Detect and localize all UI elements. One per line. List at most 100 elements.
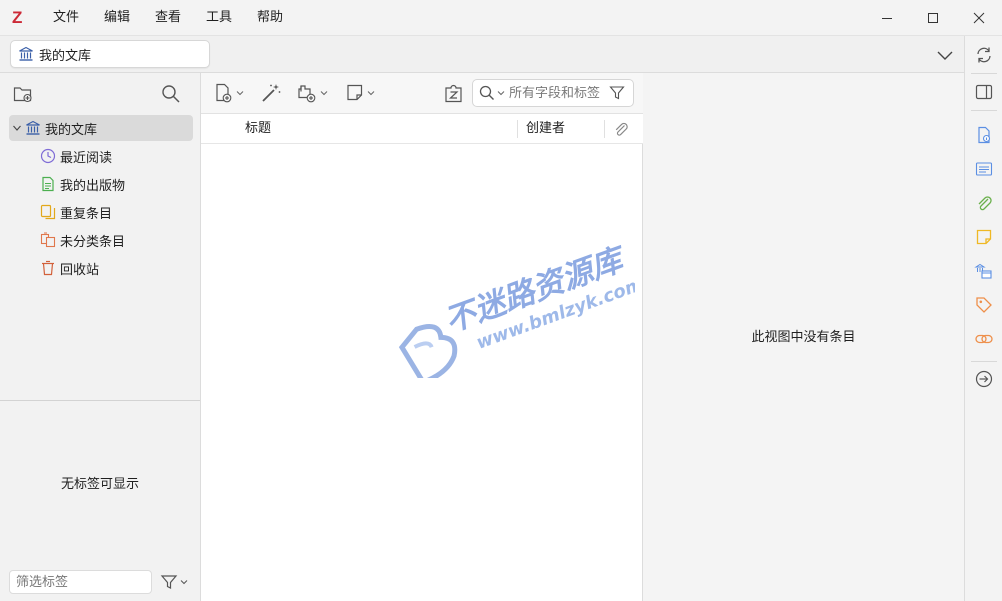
menu-tools[interactable]: 工具 — [206, 10, 232, 26]
menu-file[interactable]: 文件 — [53, 10, 79, 26]
add-attachment-icon — [298, 85, 316, 103]
collection-tree-item-label: 重复条目 — [60, 206, 113, 222]
sidenav-info-button[interactable] — [973, 124, 995, 146]
collections-toolbar — [0, 73, 200, 113]
items-table-header: 标题 创建者 — [201, 114, 643, 144]
note-icon — [347, 84, 363, 101]
zotero-logo: Z — [12, 8, 23, 27]
menu-edit[interactable]: 编辑 — [104, 10, 130, 26]
tab-library-label: 我的文库 — [39, 48, 92, 64]
collection-tree-library[interactable]: 我的文库 — [9, 115, 193, 141]
column-header-attachments[interactable] — [612, 120, 630, 138]
collections-pane: 我的文库 最近阅读 我的出版物 重复条目 未分类条目 回收站 无标签可显示 — [0, 73, 201, 601]
sidenav-libraries-collections-button[interactable] — [973, 260, 995, 282]
collection-tree-item-publications[interactable]: 我的出版物 — [9, 171, 193, 197]
column-resizer[interactable] — [517, 120, 518, 138]
sidenav-locate-button[interactable] — [973, 368, 995, 390]
item-pane-sidenav — [964, 36, 1002, 601]
unfiled-items-icon — [40, 232, 56, 248]
items-pane: 标题 创建者 — [201, 73, 643, 601]
sidenav-notes-button[interactable] — [973, 226, 995, 248]
zotero-connector-button[interactable] — [443, 81, 465, 105]
search-icon — [162, 85, 180, 103]
minimize-icon — [882, 18, 892, 19]
note-icon — [976, 229, 992, 245]
related-link-icon — [975, 334, 993, 344]
title-bar: Z 文件 编辑 查看 工具 帮助 — [0, 0, 1002, 36]
chevron-down-icon — [180, 580, 188, 585]
collection-tree-item-label: 未分类条目 — [60, 234, 126, 250]
collection-tree-item-label: 回收站 — [60, 262, 100, 278]
toggle-item-pane-button[interactable] — [973, 81, 995, 103]
tab-library[interactable]: 我的文库 — [10, 40, 210, 68]
chevron-down-icon[interactable] — [12, 123, 22, 133]
maximize-button[interactable] — [910, 0, 956, 36]
new-collection-folder-icon — [13, 87, 32, 103]
no-tags-message: 无标签可显示 — [60, 477, 139, 492]
new-item-document-icon — [216, 83, 232, 103]
menu-help[interactable]: 帮助 — [257, 10, 283, 26]
sync-button[interactable] — [973, 44, 995, 66]
library-icon — [25, 120, 41, 136]
puzzle-z-icon — [445, 84, 462, 103]
sidenav-tags-button[interactable] — [973, 294, 995, 316]
library-icon — [19, 46, 33, 61]
tag-filter-input[interactable] — [9, 570, 152, 594]
chevron-down-icon — [937, 51, 953, 60]
collection-tree-item-label: 最近阅读 — [60, 150, 113, 166]
sync-icon — [977, 47, 991, 63]
sidenav-divider — [971, 73, 997, 74]
tag-selector-actions-button[interactable] — [160, 572, 190, 592]
collection-tree-item-recent[interactable]: 最近阅读 — [9, 143, 193, 169]
column-resizer[interactable] — [604, 120, 605, 138]
tab-bar: 我的文库 — [0, 36, 964, 73]
filter-icon — [160, 575, 178, 589]
tabs-menu-button[interactable] — [934, 44, 956, 66]
maximize-icon — [928, 13, 938, 23]
chevron-down-icon — [320, 91, 328, 96]
chevron-down-icon[interactable] — [497, 89, 505, 97]
item-search-input[interactable] — [509, 85, 605, 101]
trash-icon — [40, 260, 56, 276]
close-icon — [973, 12, 985, 24]
collection-tree-item-unfiled[interactable]: 未分类条目 — [9, 227, 193, 253]
column-header-creator[interactable]: 创建者 — [526, 114, 565, 144]
locate-arrow-icon — [975, 370, 993, 388]
sidenav-related-button[interactable] — [973, 328, 995, 350]
collection-search-button[interactable] — [160, 83, 182, 105]
menu-view[interactable]: 查看 — [155, 10, 181, 26]
magic-wand-icon — [262, 84, 281, 102]
search-icon[interactable] — [479, 85, 495, 101]
collection-tree-item-label: 我的出版物 — [60, 178, 126, 194]
tag-pane-splitter[interactable] — [0, 400, 200, 401]
chevron-down-icon — [367, 91, 375, 96]
collection-tree-item-trash[interactable]: 回收站 — [9, 255, 193, 281]
sidenav-abstract-button[interactable] — [973, 158, 995, 180]
item-pane-empty-message: 此视图中没有条目 — [751, 330, 856, 345]
add-by-identifier-button[interactable] — [260, 81, 282, 105]
collection-tree-library-label: 我的文库 — [45, 122, 98, 138]
close-button[interactable] — [956, 0, 1002, 36]
item-search-box[interactable] — [472, 79, 634, 107]
collection-tree-item-duplicates[interactable]: 重复条目 — [9, 199, 193, 225]
item-pane: 此视图中没有条目 — [643, 73, 964, 601]
duplicate-items-icon — [40, 204, 56, 220]
paperclip-icon — [978, 196, 992, 211]
filter-icon[interactable] — [609, 85, 625, 101]
minimize-button[interactable] — [864, 0, 910, 36]
libraries-collections-icon — [974, 263, 992, 279]
add-attachment-button[interactable] — [296, 81, 328, 105]
publications-icon — [40, 176, 56, 192]
sidenav-divider — [971, 361, 997, 362]
column-header-title[interactable]: 标题 — [245, 114, 271, 144]
items-toolbar — [201, 73, 643, 114]
new-item-button[interactable] — [214, 81, 244, 105]
abstract-icon — [975, 162, 993, 176]
chevron-down-icon — [236, 91, 244, 96]
tag-icon — [976, 297, 992, 313]
new-note-button[interactable] — [345, 81, 375, 105]
sidenav-divider — [971, 110, 997, 111]
sidenav-attachments-button[interactable] — [973, 192, 995, 214]
new-collection-button[interactable] — [12, 83, 34, 105]
paperclip-icon — [615, 122, 628, 136]
